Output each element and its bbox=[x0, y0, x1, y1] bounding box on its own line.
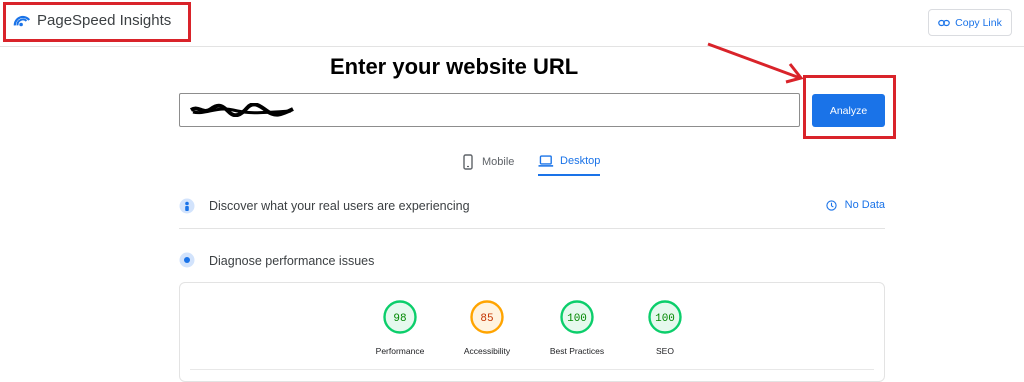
annotation-heading: Enter your website URL bbox=[330, 54, 579, 79]
laptop-icon bbox=[538, 155, 554, 167]
tab-mobile-label: Mobile bbox=[482, 156, 515, 168]
scores-card: 98 Performance 85 Accessibility 100 Best… bbox=[179, 282, 885, 382]
score-ring: 85 bbox=[470, 300, 504, 334]
score-value: 85 bbox=[480, 313, 493, 325]
redacted-url-scribble bbox=[189, 103, 294, 117]
score-value: 98 bbox=[393, 313, 406, 325]
field-data-section[interactable]: Discover what your real users are experi… bbox=[179, 192, 885, 229]
score-gauge-performance[interactable]: 98 Performance bbox=[360, 299, 440, 356]
top-bar: PageSpeed Insights Copy Link bbox=[0, 0, 1024, 47]
score-label: Best Practices bbox=[549, 346, 605, 356]
score-ring: 98 bbox=[383, 300, 417, 334]
info-icon bbox=[826, 199, 837, 211]
copy-link-button[interactable]: Copy Link bbox=[928, 9, 1012, 36]
device-tabs: Mobile Desktop bbox=[460, 148, 601, 176]
app-name: PageSpeed Insights bbox=[37, 11, 172, 29]
score-ring: 100 bbox=[648, 300, 682, 334]
app-logo[interactable]: PageSpeed Insights bbox=[13, 11, 171, 29]
score-gauge-accessibility[interactable]: 85 Accessibility bbox=[447, 299, 527, 356]
field-data-status: No Data bbox=[826, 199, 885, 211]
score-value: 100 bbox=[655, 313, 675, 325]
pagespeed-logo-icon bbox=[13, 15, 31, 27]
score-gauge-seo[interactable]: 100 SEO bbox=[625, 299, 705, 356]
no-data-label: No Data bbox=[844, 199, 885, 211]
users-icon bbox=[179, 198, 195, 214]
score-value: 100 bbox=[567, 313, 587, 325]
lab-icon bbox=[179, 252, 195, 268]
field-data-label: Discover what your real users are experi… bbox=[209, 199, 470, 213]
tab-desktop-label: Desktop bbox=[560, 155, 601, 167]
phone-icon bbox=[463, 154, 473, 170]
link-icon bbox=[938, 19, 950, 26]
score-ring: 100 bbox=[560, 300, 594, 334]
annotation-arrow bbox=[707, 42, 804, 84]
divider bbox=[190, 369, 874, 370]
lab-data-label: Diagnose performance issues bbox=[209, 254, 375, 268]
score-label: Performance bbox=[375, 346, 425, 356]
tab-mobile[interactable]: Mobile bbox=[460, 148, 514, 176]
score-label: SEO bbox=[656, 346, 674, 356]
score-gauge-best-practices[interactable]: 100 Best Practices bbox=[537, 299, 617, 356]
copy-link-label: Copy Link bbox=[955, 16, 1002, 29]
tab-desktop[interactable]: Desktop bbox=[538, 148, 601, 176]
analyze-button[interactable]: Analyze bbox=[812, 94, 885, 127]
score-label: Accessibility bbox=[463, 346, 511, 356]
